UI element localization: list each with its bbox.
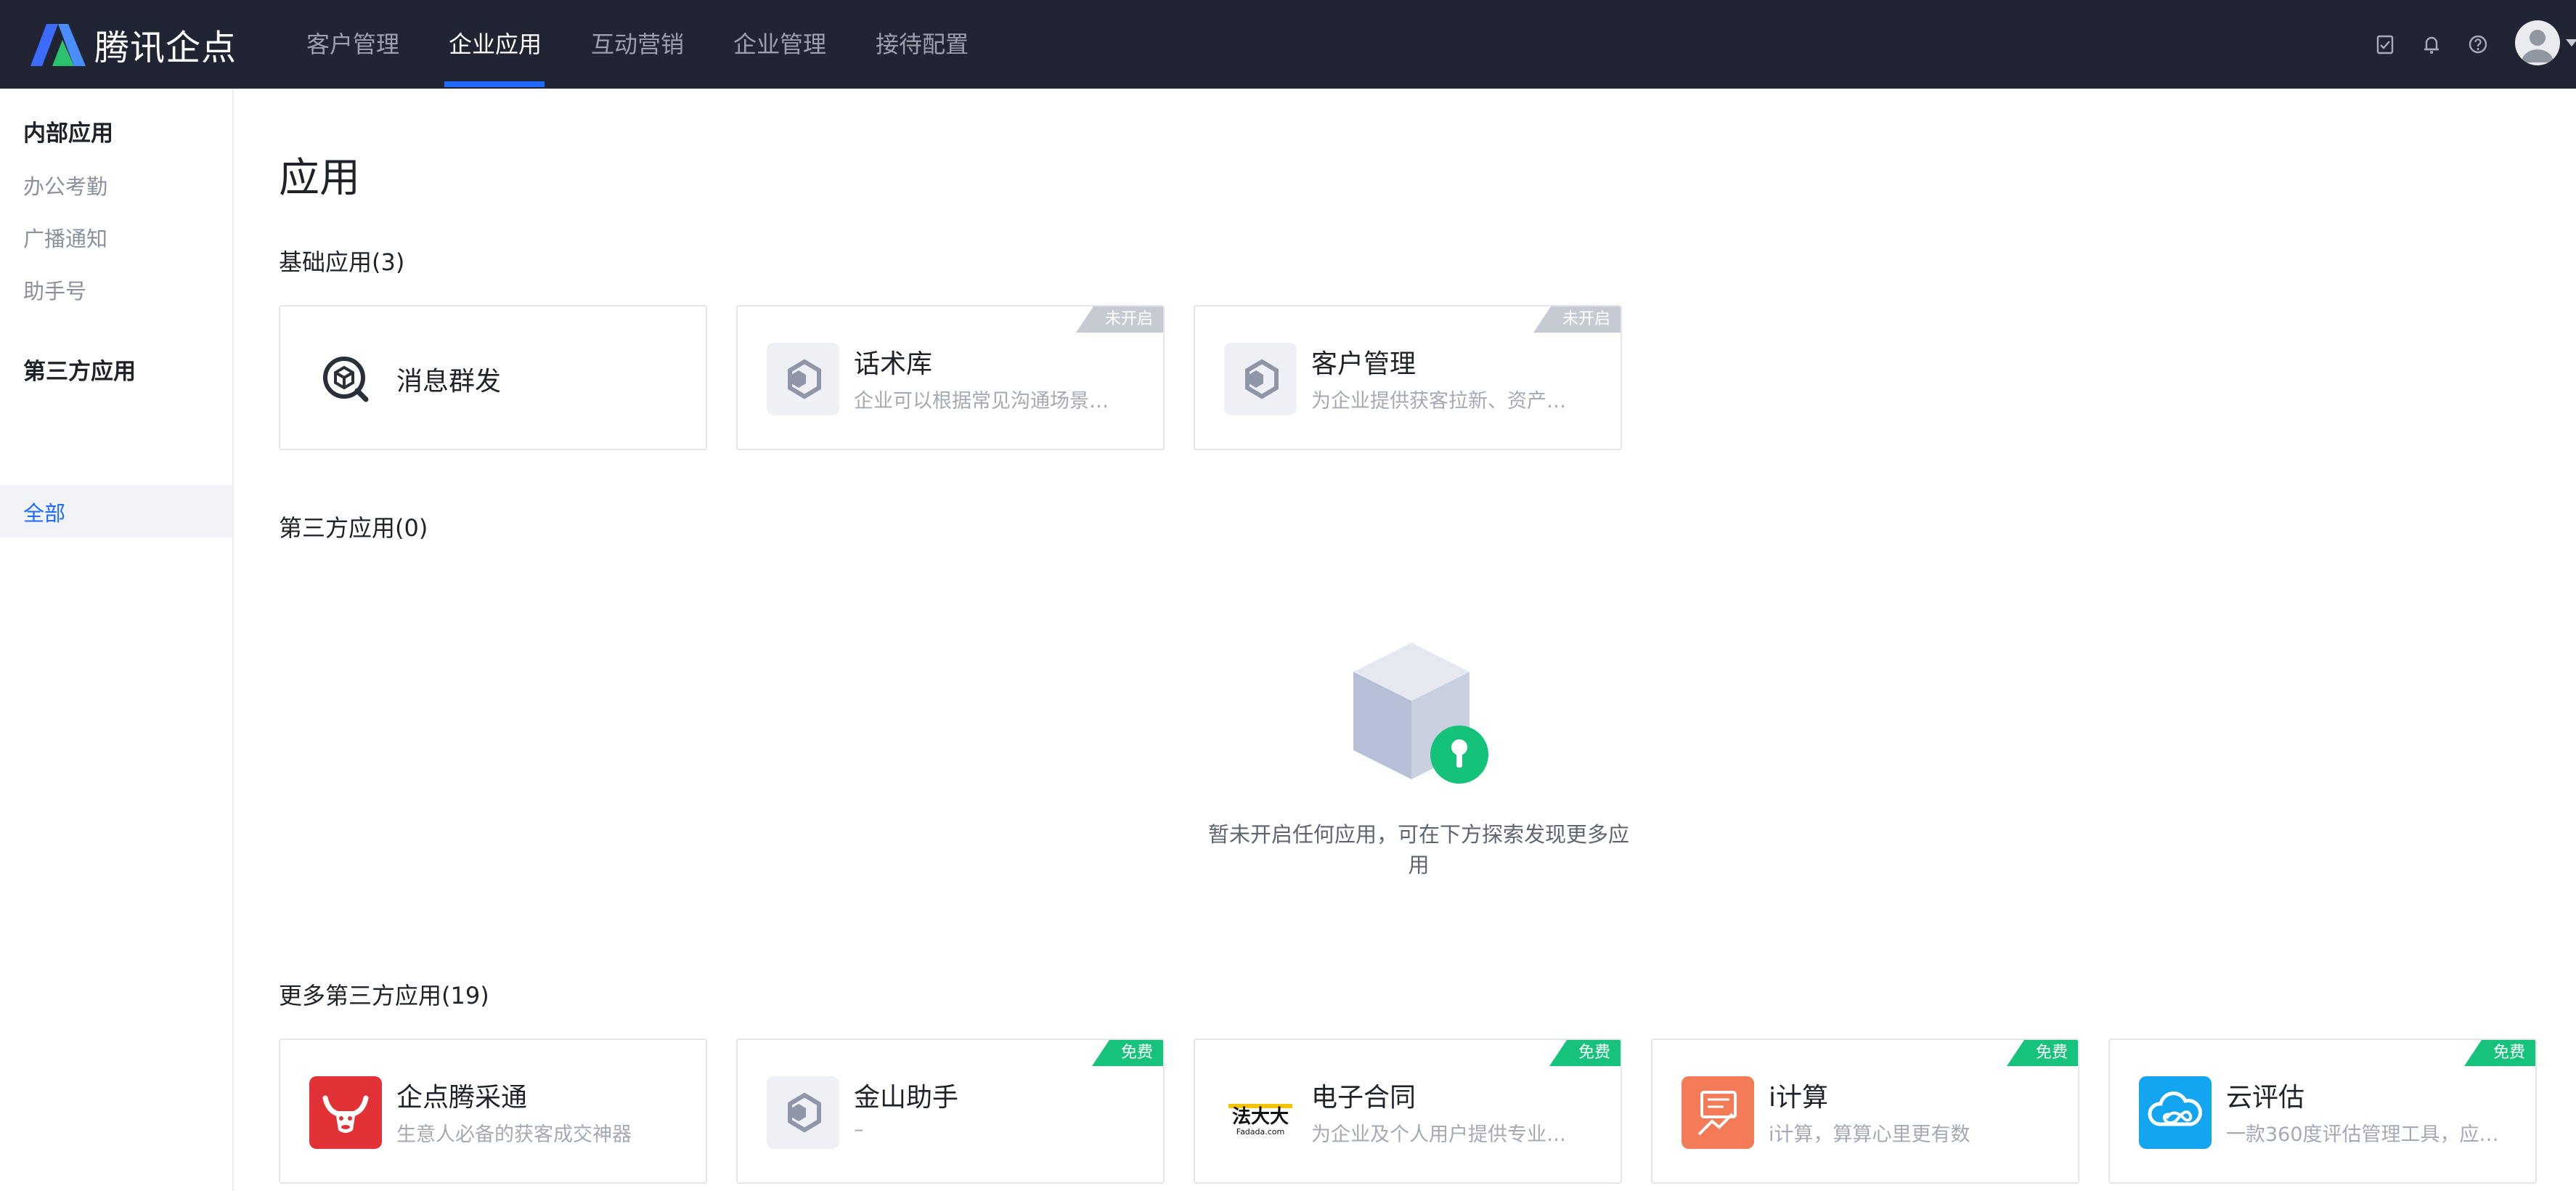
empty-box-icon bbox=[1346, 637, 1491, 797]
app-name: 金山助手 bbox=[854, 1083, 959, 1113]
fadada-logo-icon: 法大大 Fadada.com bbox=[1224, 1076, 1297, 1149]
bell-icon[interactable] bbox=[2419, 32, 2444, 57]
app-name: 云评估 bbox=[2226, 1083, 2305, 1113]
nav-tab-interactive-marketing[interactable]: 互动营销 bbox=[591, 0, 684, 89]
checklist-icon[interactable] bbox=[2373, 32, 2397, 57]
free-badge: 免费 bbox=[2006, 1040, 2078, 1066]
app-description: 为企业及个人用户提供专业… bbox=[1311, 1123, 1566, 1146]
nav-tab-enterprise-management[interactable]: 企业管理 bbox=[733, 0, 826, 89]
cloud-infinity-icon bbox=[2139, 1076, 2212, 1149]
help-icon[interactable] bbox=[2466, 32, 2490, 57]
free-badge: 免费 bbox=[1091, 1040, 1163, 1066]
top-navigation-bar: 腾讯企点 客户管理 企业应用 互动营销 企业管理 接待配置 bbox=[0, 0, 2576, 89]
status-badge: 未开启 bbox=[1075, 306, 1163, 333]
section-title-basic-apps: 基础应用(3) bbox=[279, 248, 405, 276]
sidebar-item-broadcast[interactable]: 广播通知 bbox=[23, 222, 107, 253]
app-description: 为企业提供获客拉新、资产… bbox=[1311, 390, 1566, 412]
app-description: – bbox=[854, 1118, 864, 1141]
app-card-customer-management[interactable]: 未开启 客户管理 为企业提供获客拉新、资产… bbox=[1194, 305, 1622, 450]
sidebar-group-third-party: 第三方应用 bbox=[23, 359, 136, 385]
chart-board-icon bbox=[1682, 1076, 1754, 1149]
app-card-qidian-tengcaitong[interactable]: 企点腾采通 生意人必备的获客成交神器 bbox=[279, 1038, 707, 1184]
hexagon-app-icon bbox=[1224, 343, 1297, 415]
chevron-down-icon[interactable] bbox=[2566, 39, 2576, 46]
hexagon-app-icon bbox=[767, 343, 839, 415]
free-badge: 免费 bbox=[1549, 1040, 1621, 1066]
app-card-script-library[interactable]: 未开启 话术库 企业可以根据常见沟通场景… bbox=[736, 305, 1165, 450]
app-card-e-contract[interactable]: 免费 法大大 Fadada.com 电子合同 为企业及个人用户提供专业… bbox=[1194, 1038, 1622, 1184]
empty-state-message: 暂未开启任何应用，可在下方探索发现更多应用 bbox=[1207, 822, 1629, 877]
app-name: 客户管理 bbox=[1311, 349, 1417, 379]
app-card-cloud-evaluation[interactable]: 免费 云评估 一款360度评估管理工具，应… bbox=[2108, 1038, 2537, 1184]
sidebar-item-all[interactable]: 全部 bbox=[23, 497, 65, 527]
sidebar-item-assistant[interactable]: 助手号 bbox=[23, 275, 86, 305]
fadada-logo-subtext: Fadada.com bbox=[1236, 1127, 1285, 1137]
bull-logo-icon bbox=[309, 1076, 382, 1149]
app-description: 生意人必备的获客成交神器 bbox=[396, 1123, 632, 1146]
active-tab-indicator bbox=[444, 81, 545, 87]
page-title: 应用 bbox=[279, 155, 360, 202]
message-broadcast-icon bbox=[309, 343, 382, 415]
brand-logo-icon bbox=[30, 24, 86, 66]
brand-logo[interactable]: 腾讯企点 bbox=[30, 20, 237, 68]
status-badge: 未开启 bbox=[1533, 306, 1621, 333]
app-name: 企点腾采通 bbox=[396, 1083, 528, 1113]
avatar-icon[interactable] bbox=[2515, 20, 2560, 65]
free-badge: 免费 bbox=[2463, 1040, 2535, 1066]
app-name: 消息群发 bbox=[396, 367, 502, 397]
section-title-third-party-apps: 第三方应用(0) bbox=[279, 514, 428, 542]
sidebar-item-attendance[interactable]: 办公考勤 bbox=[23, 170, 107, 200]
app-card-i-calculate[interactable]: 免费 i计算 i计算，算算心里更有数 bbox=[1651, 1038, 2079, 1184]
app-card-message-broadcast[interactable]: 消息群发 bbox=[279, 305, 707, 450]
main-content: 应用 基础应用(3) 消息群发 未开启 话术库 企业可以根据常见沟通场景… 未开… bbox=[235, 89, 2576, 1191]
sidebar: 内部应用 办公考勤 广播通知 助手号 第三方应用 全部 bbox=[0, 89, 234, 1191]
app-description: 一款360度评估管理工具，应… bbox=[2226, 1123, 2499, 1146]
brand-name: 腾讯企点 bbox=[94, 28, 237, 68]
section-title-more-apps: 更多第三方应用(19) bbox=[279, 982, 489, 1009]
app-name: i计算 bbox=[1769, 1083, 1829, 1113]
nav-tab-customer-management[interactable]: 客户管理 bbox=[306, 0, 399, 89]
app-name: 电子合同 bbox=[1311, 1083, 1417, 1113]
app-description: i计算，算算心里更有数 bbox=[1769, 1123, 1970, 1146]
app-card-kingsoft-assistant[interactable]: 免费 金山助手 – bbox=[736, 1038, 1165, 1184]
nav-tab-reception-config[interactable]: 接待配置 bbox=[876, 0, 969, 89]
hexagon-app-icon bbox=[767, 1076, 839, 1149]
nav-tab-enterprise-apps[interactable]: 企业应用 bbox=[449, 0, 542, 89]
sidebar-group-internal-apps: 内部应用 bbox=[23, 121, 113, 147]
app-description: 企业可以根据常见沟通场景… bbox=[854, 390, 1109, 412]
app-name: 话术库 bbox=[854, 349, 933, 379]
fadada-logo-text: 法大大 bbox=[1232, 1106, 1289, 1128]
